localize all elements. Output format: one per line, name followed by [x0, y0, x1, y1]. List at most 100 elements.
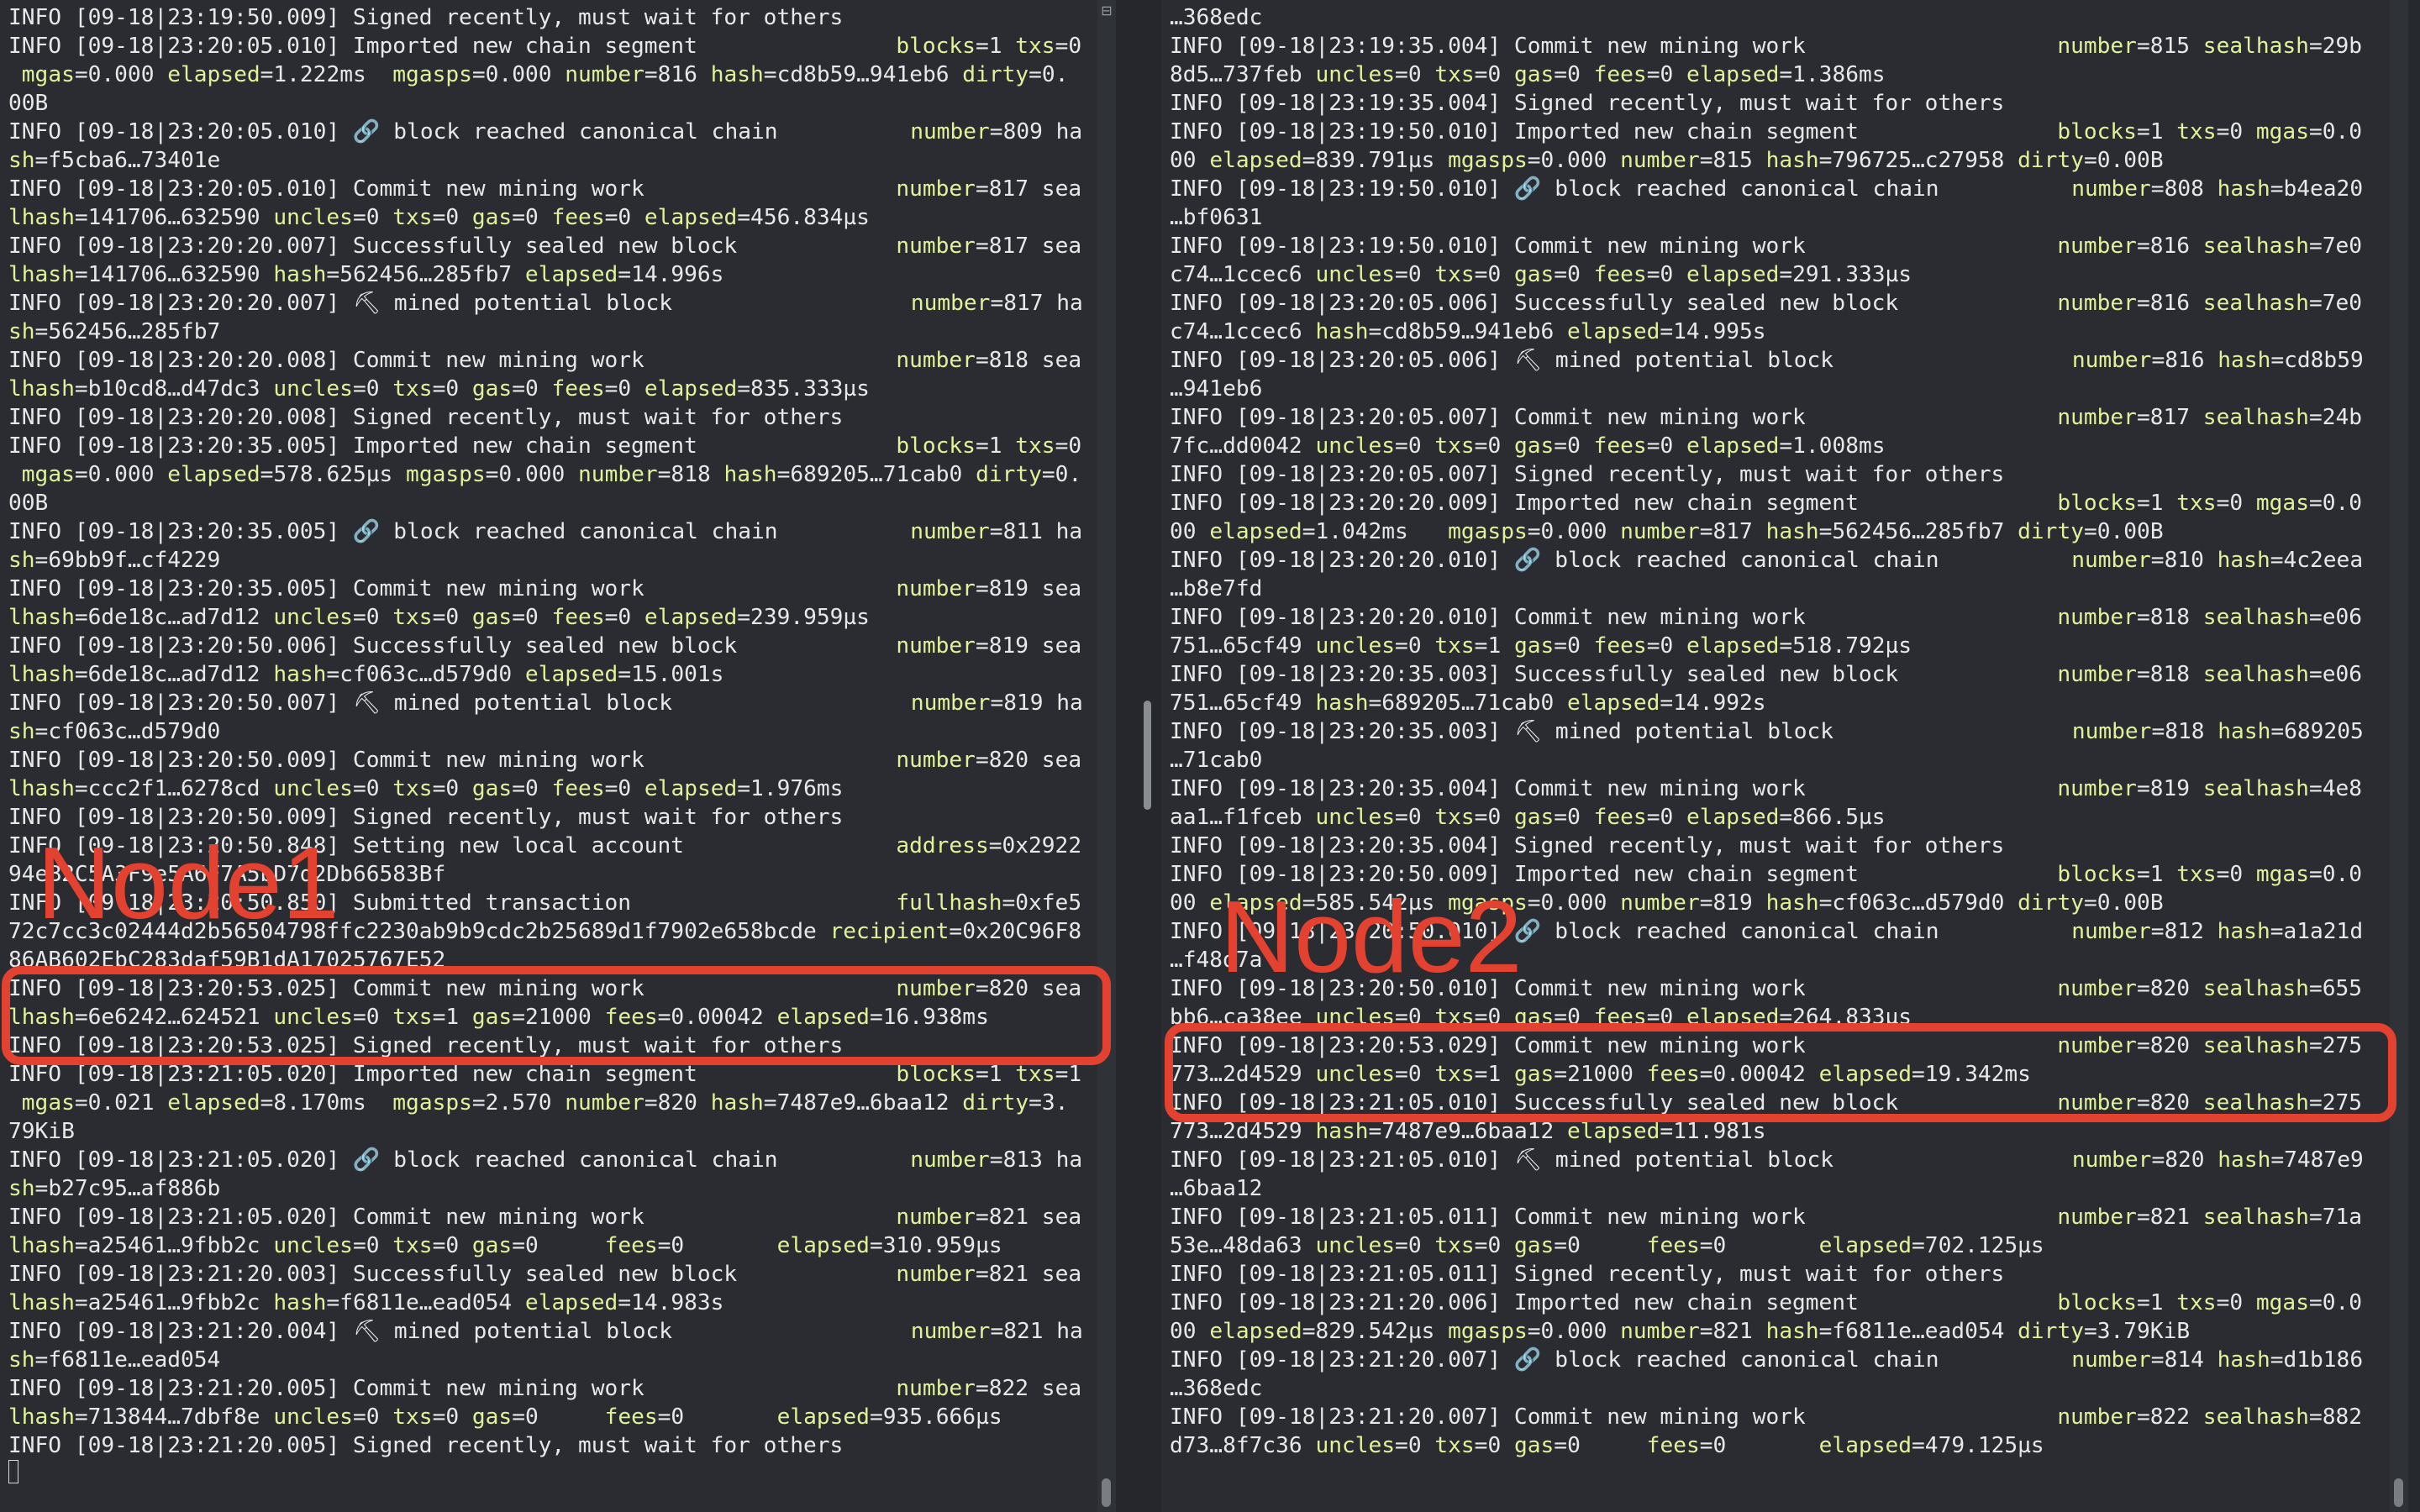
log-field-key: hash: [273, 262, 327, 287]
log-field-key: fees: [551, 205, 605, 230]
log-text: INFO [09-18|23:20:35.003] Successfully s…: [1170, 662, 2058, 687]
log-field-value: =814: [2150, 1347, 2217, 1373]
log-text: …368edc: [1170, 1376, 1263, 1401]
log-field-key: gas: [1513, 1433, 1555, 1458]
node1-terminal-pane[interactable]: INFO [09-18|23:19:50.009] Signed recentl…: [0, 0, 1116, 1512]
log-field-value: =0.000: [74, 462, 168, 487]
log-field-value: =0: [352, 776, 393, 801]
log-field-value: =0: [1395, 1233, 1435, 1258]
log-field-key: mgasps: [1448, 1319, 1528, 1344]
log-field-value: =816: [2151, 348, 2218, 373]
log-field-key: number: [896, 348, 976, 373]
log-field-key: hash: [1765, 1319, 1819, 1344]
log-line: INFO [09-18|23:21:05.011] Commit new min…: [1170, 1203, 2364, 1231]
log-text: INFO [09-18|23:20:05.010] Imported new c…: [8, 34, 897, 59]
log-field-key: number: [2057, 605, 2137, 630]
node2-terminal-pane[interactable]: …368edc INFO [09-18|23:19:35.004] Commit …: [1161, 0, 2408, 1512]
log-field-key: elapsed: [776, 1404, 870, 1430]
log-field-value: =cf063c…d579d0: [1818, 890, 2018, 916]
log-text: INFO [09-18|23:20:35.005] Imported new c…: [8, 433, 897, 459]
log-field-key: elapsed: [1818, 1433, 1912, 1458]
log-field-value: =0.000: [1527, 1319, 1621, 1344]
log-line: INFO [09-18|23:19:35.004] Signed recentl…: [1170, 89, 2364, 118]
log-field-key: uncles: [273, 776, 353, 801]
log-field-value: =291.333µs: [1779, 262, 1912, 287]
log-field-value: =0: [432, 605, 472, 630]
log-text: sea: [1041, 748, 1082, 773]
log-text: 00B: [8, 91, 49, 116]
log-field-key: txs: [392, 1233, 433, 1258]
log-line: …368edc: [1170, 1374, 2364, 1403]
log-text: INFO [09-18|23:20:35.005] Commit new min…: [8, 576, 897, 601]
log-field-value: =0: [432, 1233, 472, 1258]
log-field-value: =b10cd8…d47dc3: [74, 376, 274, 402]
log-field-value: =818: [2136, 605, 2203, 630]
node2-scrollbar-thumb[interactable]: [2394, 1478, 2403, 1507]
log-field-value: =0.000: [485, 462, 579, 487]
log-line: …6baa12: [1170, 1174, 2364, 1203]
log-field-value: =0: [352, 605, 393, 630]
close-icon[interactable]: ⊟: [1099, 3, 1114, 18]
node1-scrollbar-thumb[interactable]: [1102, 1478, 1111, 1507]
log-line: sh=cf063c…d579d0: [8, 717, 1083, 746]
log-field-value: =b27c95…af886b: [34, 1176, 221, 1201]
log-field-value: =0: [1646, 633, 1686, 659]
log-text: INFO [09-18|23:21:05.011] Signed recentl…: [1170, 1262, 2005, 1287]
log-field-value: =7487e9…6baa12: [763, 1090, 963, 1116]
log-field-key: txs: [392, 205, 433, 230]
log-field-value: =0: [657, 1404, 777, 1430]
log-line: INFO [09-18|23:21:20.003] Successfully s…: [8, 1260, 1083, 1289]
log-field-value: =0: [1395, 62, 1435, 87]
log-field-value: =821: [990, 1319, 1057, 1344]
log-text: aa1…f1fceb: [1170, 805, 1316, 830]
log-field-value: =0.000: [471, 62, 566, 87]
log-field-value: =6de18c…ad7d12: [74, 662, 274, 687]
log-text: INFO [09-18|23:21:05.011] Commit new min…: [1170, 1205, 2058, 1230]
log-field-value: =817: [975, 176, 1042, 202]
log-field-value: =0: [352, 205, 393, 230]
log-field-key: elapsed: [1567, 690, 1660, 716]
log-line: INFO [09-18|23:20:20.007] ⛏ mined potent…: [8, 289, 1083, 318]
log-field-key: uncles: [273, 1233, 353, 1258]
log-text: sea: [1041, 1262, 1082, 1287]
log-field-key: gas: [1513, 262, 1555, 287]
log-field-key: hash: [1315, 1119, 1369, 1144]
log-field-key: gas: [471, 1404, 513, 1430]
log-field-value: =0: [1699, 1433, 1819, 1458]
log-field-value: =f5cba6…73401e: [34, 148, 221, 173]
log-field-key: hash: [1315, 690, 1369, 716]
log-field-key: elapsed: [776, 1233, 870, 1258]
log-field-value: =4c2eea: [2270, 548, 2364, 573]
log-field-key: lhash: [8, 205, 75, 230]
log-line: INFO [09-18|23:20:05.006] ⛏ mined potent…: [1170, 346, 2364, 375]
log-field-key: sealhash: [2202, 976, 2309, 1001]
log-field-key: sealhash: [2202, 34, 2309, 59]
log-field-value: =1: [975, 34, 1016, 59]
log-field-value: =0: [1554, 433, 1594, 459]
log-field-value: =0: [1474, 805, 1514, 830]
log-field-key: sealhash: [2202, 662, 2309, 687]
node1-scrollbar[interactable]: ⊟: [1097, 0, 1116, 1512]
log-field-key: gas: [471, 205, 513, 230]
pane-split-divider[interactable]: [1116, 0, 1161, 1512]
log-field-value: =0: [512, 205, 552, 230]
log-field-key: hash: [2217, 176, 2270, 202]
log-field-key: fees: [551, 605, 605, 630]
log-field-key: elapsed: [167, 462, 260, 487]
log-field-value: =0: [2216, 1290, 2256, 1315]
log-field-key: lhash: [8, 1233, 75, 1258]
log-line: INFO [09-18|23:20:20.009] Imported new c…: [1170, 489, 2364, 517]
log-field-key: number: [1620, 519, 1700, 544]
log-field-key: blocks: [896, 34, 976, 59]
log-field-key: txs: [392, 605, 433, 630]
log-field-value: =815: [2136, 34, 2203, 59]
split-divider-grip[interactable]: [1144, 701, 1151, 810]
log-line: 00B: [8, 89, 1083, 118]
log-field-key: hash: [2217, 1147, 2271, 1173]
log-text: INFO [09-18|23:21:05.020] 🔗 block reache…: [8, 1147, 911, 1173]
log-field-key: txs: [2176, 862, 2217, 887]
log-line: INFO [09-18|23:20:20.008] Commit new min…: [8, 346, 1083, 375]
node2-scrollbar[interactable]: [2390, 0, 2408, 1512]
log-field-key: gas: [1513, 633, 1555, 659]
